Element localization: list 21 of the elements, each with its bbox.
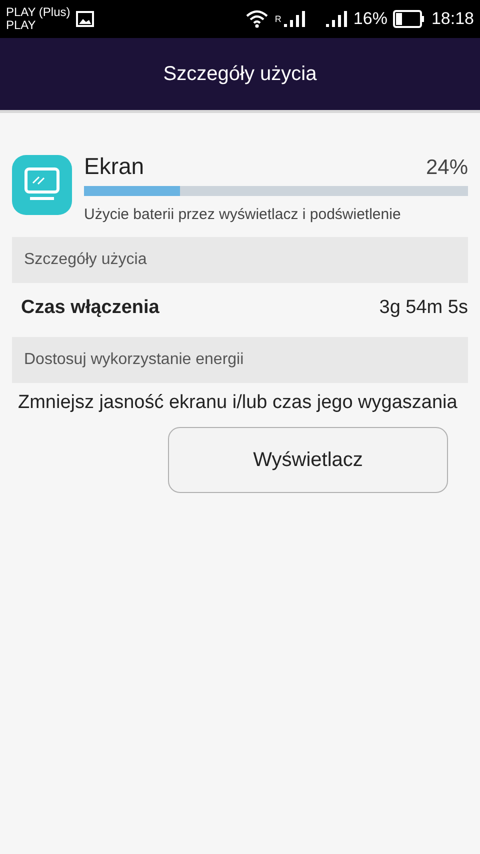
- battery-percent: 16%: [353, 9, 388, 29]
- section-header: Dostosuj wykorzystanie energii: [12, 337, 468, 383]
- advice-text: Zmniejsz jasność ekranu i/lub czas jego wygaszania: [17, 391, 458, 415]
- battery-icon: [393, 10, 426, 28]
- wifi-icon: [244, 10, 269, 28]
- stat-label: Czas włączenia: [21, 297, 160, 319]
- screen-title: Szczegóły użycia: [163, 62, 317, 86]
- section-header: Szczegóły użycia: [12, 237, 468, 283]
- carrier-name: PLAY: [6, 19, 37, 32]
- app-name: Ekran: [84, 153, 144, 180]
- clock-time: 18:18: [431, 9, 474, 29]
- usage-percent: 24%: [426, 156, 468, 180]
- signal-icon: [325, 10, 348, 28]
- usage-description: Użycie baterii przez wyświetlacz i podświetlenie: [84, 206, 402, 223]
- image-icon: [76, 11, 94, 27]
- stat-value: 3g 54m 5s: [379, 297, 468, 319]
- display-settings-button[interactable]: Wyświetlacz: [168, 427, 448, 493]
- monitor-icon: [12, 155, 72, 215]
- signal-icon: [283, 10, 306, 28]
- roaming-indicator: R: [274, 14, 282, 24]
- carrier-name: PLAY (Plus): [6, 6, 70, 19]
